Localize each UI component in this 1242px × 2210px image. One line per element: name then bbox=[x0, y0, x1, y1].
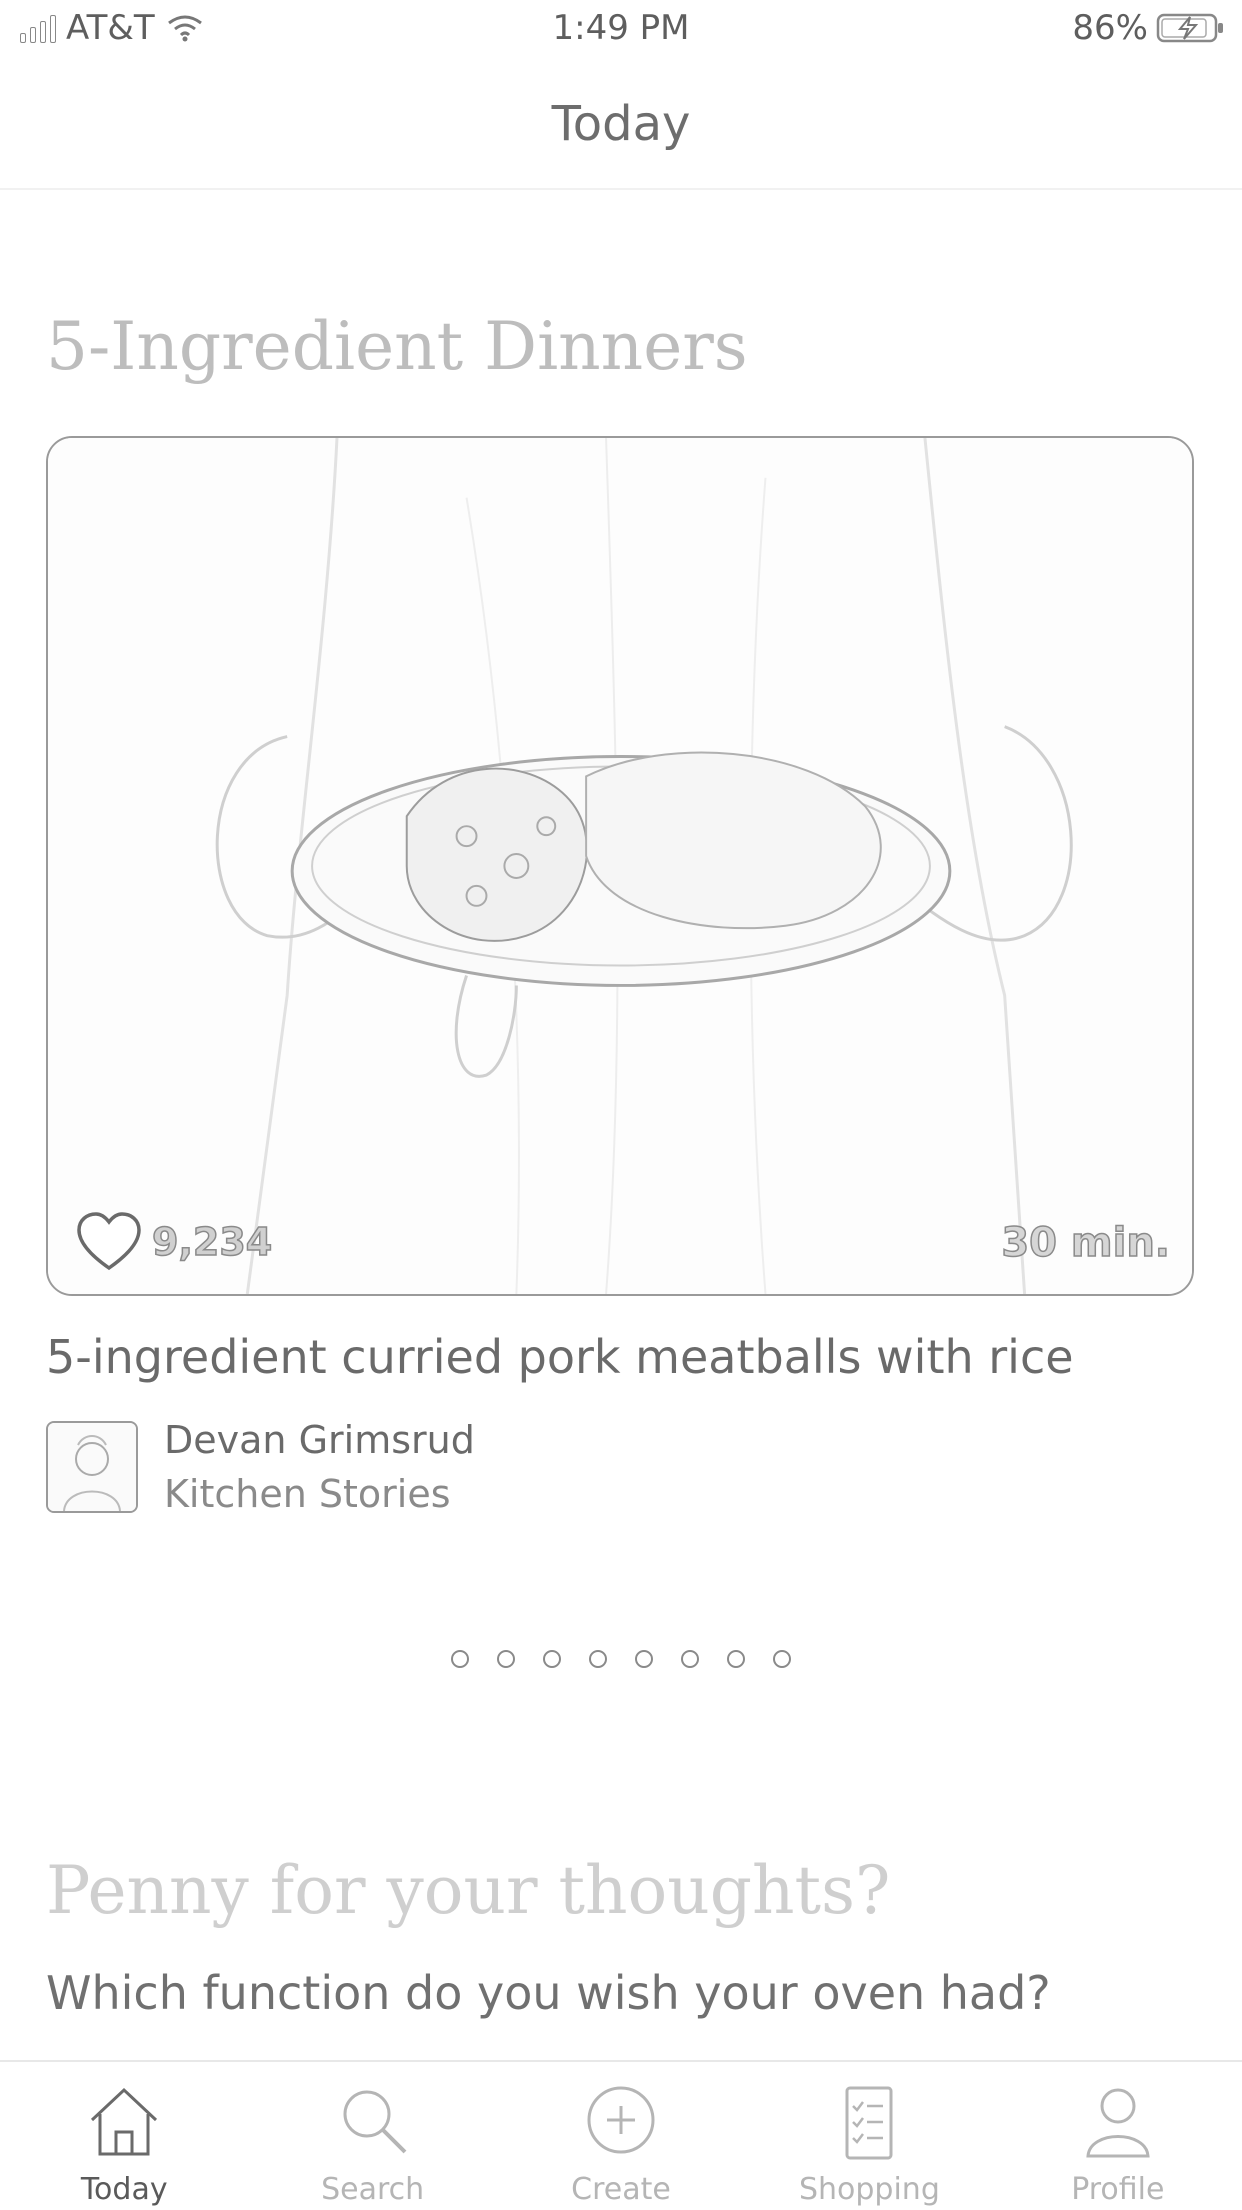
tab-label: Profile bbox=[1071, 2172, 1165, 2207]
tab-today[interactable]: Today bbox=[0, 2062, 248, 2210]
tab-create[interactable]: Create bbox=[497, 2062, 745, 2210]
search-icon bbox=[343, 2090, 407, 2154]
like-count: 9,234 bbox=[151, 1219, 273, 1265]
heart-icon[interactable] bbox=[76, 1212, 142, 1272]
recipe-title[interactable]: 5-ingredient curried pork meatballs with… bbox=[46, 1330, 1074, 1384]
recipe-card[interactable]: 9,234 30 min. bbox=[46, 436, 1194, 1296]
author-row[interactable]: Devan Grimsrud Kitchen Stories bbox=[46, 1418, 475, 1516]
page-dot[interactable] bbox=[773, 1650, 791, 1668]
profile-icon bbox=[1086, 2088, 1150, 2158]
page-title: Today bbox=[551, 96, 691, 152]
page-dot[interactable] bbox=[635, 1650, 653, 1668]
navigation-bar: Today bbox=[0, 60, 1242, 190]
tab-label: Create bbox=[571, 2172, 671, 2207]
author-name: Devan Grimsrud bbox=[164, 1418, 475, 1462]
plus-circle-icon bbox=[587, 2086, 655, 2154]
page-dot[interactable] bbox=[497, 1650, 515, 1668]
status-bar: AT&T 1:49 PM 86% bbox=[0, 0, 1242, 60]
tab-search[interactable]: Search bbox=[248, 2062, 496, 2210]
recipe-photo bbox=[48, 438, 1192, 1294]
tab-profile[interactable]: Profile bbox=[994, 2062, 1242, 2210]
tab-label: Search bbox=[321, 2172, 425, 2207]
page-dot[interactable] bbox=[681, 1650, 699, 1668]
avatar[interactable] bbox=[46, 1421, 138, 1513]
page-dot[interactable] bbox=[589, 1650, 607, 1668]
cook-time: 30 min. bbox=[1001, 1219, 1171, 1267]
page-dot[interactable] bbox=[543, 1650, 561, 1668]
section-title: 5-Ingredient Dinners bbox=[46, 308, 748, 385]
tab-label: Shopping bbox=[798, 2172, 940, 2207]
tab-label: Today bbox=[80, 2172, 168, 2207]
page-dot[interactable] bbox=[451, 1650, 469, 1668]
status-time: 1:49 PM bbox=[552, 8, 690, 48]
page-dot[interactable] bbox=[727, 1650, 745, 1668]
tab-bar: Today Search Create Shopping Profile bbox=[0, 2060, 1242, 2210]
poll-title: Penny for your thoughts? bbox=[46, 1852, 891, 1929]
poll-question: Which function do you wish your oven had… bbox=[46, 1966, 1051, 2020]
home-icon bbox=[91, 2087, 158, 2156]
battery-charging-icon bbox=[1156, 13, 1223, 43]
like-control[interactable]: 9,234 bbox=[76, 1212, 273, 1272]
shopping-list-icon bbox=[845, 2086, 893, 2160]
status-right: 86% bbox=[1072, 8, 1226, 48]
tab-shopping[interactable]: Shopping bbox=[745, 2062, 993, 2210]
carousel-page-indicator[interactable] bbox=[0, 1650, 1242, 1668]
author-source: Kitchen Stories bbox=[164, 1472, 451, 1516]
battery-percent: 86% bbox=[1072, 8, 1148, 48]
